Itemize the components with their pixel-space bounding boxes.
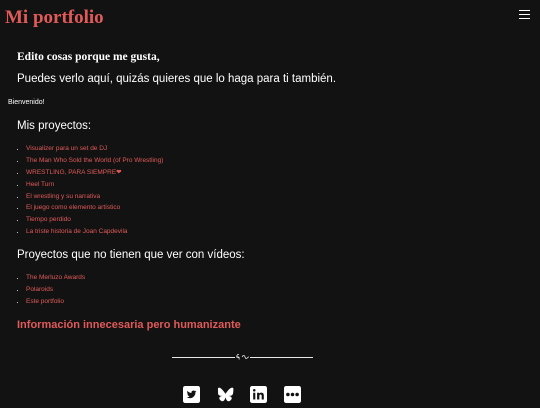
twitter-icon[interactable]: [183, 386, 200, 403]
list-item: WRESTLING, PARA SIEMPRE❤: [26, 167, 163, 179]
flourish-icon: [236, 354, 249, 360]
other-projects-list: The Merluzo Awards Polaroids Este portfo…: [17, 272, 85, 308]
project-link[interactable]: Visualizer para un set de DJ: [26, 145, 107, 152]
list-item: Este portfolio: [26, 296, 85, 308]
divider-line-left: [172, 357, 235, 358]
flickr-icon[interactable]: [284, 386, 301, 403]
list-item: El juego como elemento artístico: [26, 202, 163, 214]
projects-list: Visualizer para un set de DJ The Man Who…: [17, 143, 163, 238]
other-project-link[interactable]: Este portfolio: [26, 298, 64, 305]
welcome-text: Bienvenido!: [8, 99, 45, 106]
other-project-link[interactable]: The Merluzo Awards: [26, 274, 85, 281]
tagline: Edito cosas porque me gusta,: [17, 51, 160, 63]
divider-line-right: [250, 357, 313, 358]
site-header: Mi portfolio: [0, 0, 540, 40]
projects-heading: Mis proyectos:: [17, 120, 92, 132]
project-link[interactable]: El juego como elemento artístico: [26, 204, 120, 211]
list-item: Heel Turn: [26, 179, 163, 191]
site-title-link[interactable]: Mi portfolio: [5, 6, 104, 30]
project-link[interactable]: Tiempo perdido: [26, 216, 71, 223]
list-item: El wrestling y su narrativa: [26, 191, 163, 203]
subtagline: Puedes verlo aquí, quizás quieres que lo…: [17, 73, 337, 85]
list-item: La triste historia de Joan Capdevila: [26, 226, 163, 238]
list-item: The Merluzo Awards: [26, 272, 85, 284]
list-item: Polaroids: [26, 284, 85, 296]
list-item: Tiempo perdido: [26, 214, 163, 226]
human-info-link[interactable]: Información innecesaria pero humanizante: [17, 318, 241, 332]
project-link[interactable]: WRESTLING, PARA SIEMPRE❤: [26, 169, 122, 176]
project-link[interactable]: The Man Who Sold the World (of Pro Wrest…: [26, 157, 163, 164]
other-project-link[interactable]: Polaroids: [26, 286, 53, 293]
other-projects-heading: Proyectos que no tienen que ver con víde…: [17, 249, 245, 261]
project-link[interactable]: Heel Turn: [26, 181, 54, 188]
ornamental-divider: [172, 352, 313, 362]
bluesky-icon[interactable]: [217, 386, 234, 403]
list-item: The Man Who Sold the World (of Pro Wrest…: [26, 155, 163, 167]
project-link[interactable]: El wrestling y su narrativa: [26, 193, 100, 200]
hamburger-menu-icon[interactable]: [519, 10, 530, 21]
list-item: Visualizer para un set de DJ: [26, 143, 163, 155]
linkedin-icon[interactable]: [250, 386, 267, 403]
social-links: [183, 386, 303, 405]
project-link[interactable]: La triste historia de Joan Capdevila: [26, 228, 128, 235]
